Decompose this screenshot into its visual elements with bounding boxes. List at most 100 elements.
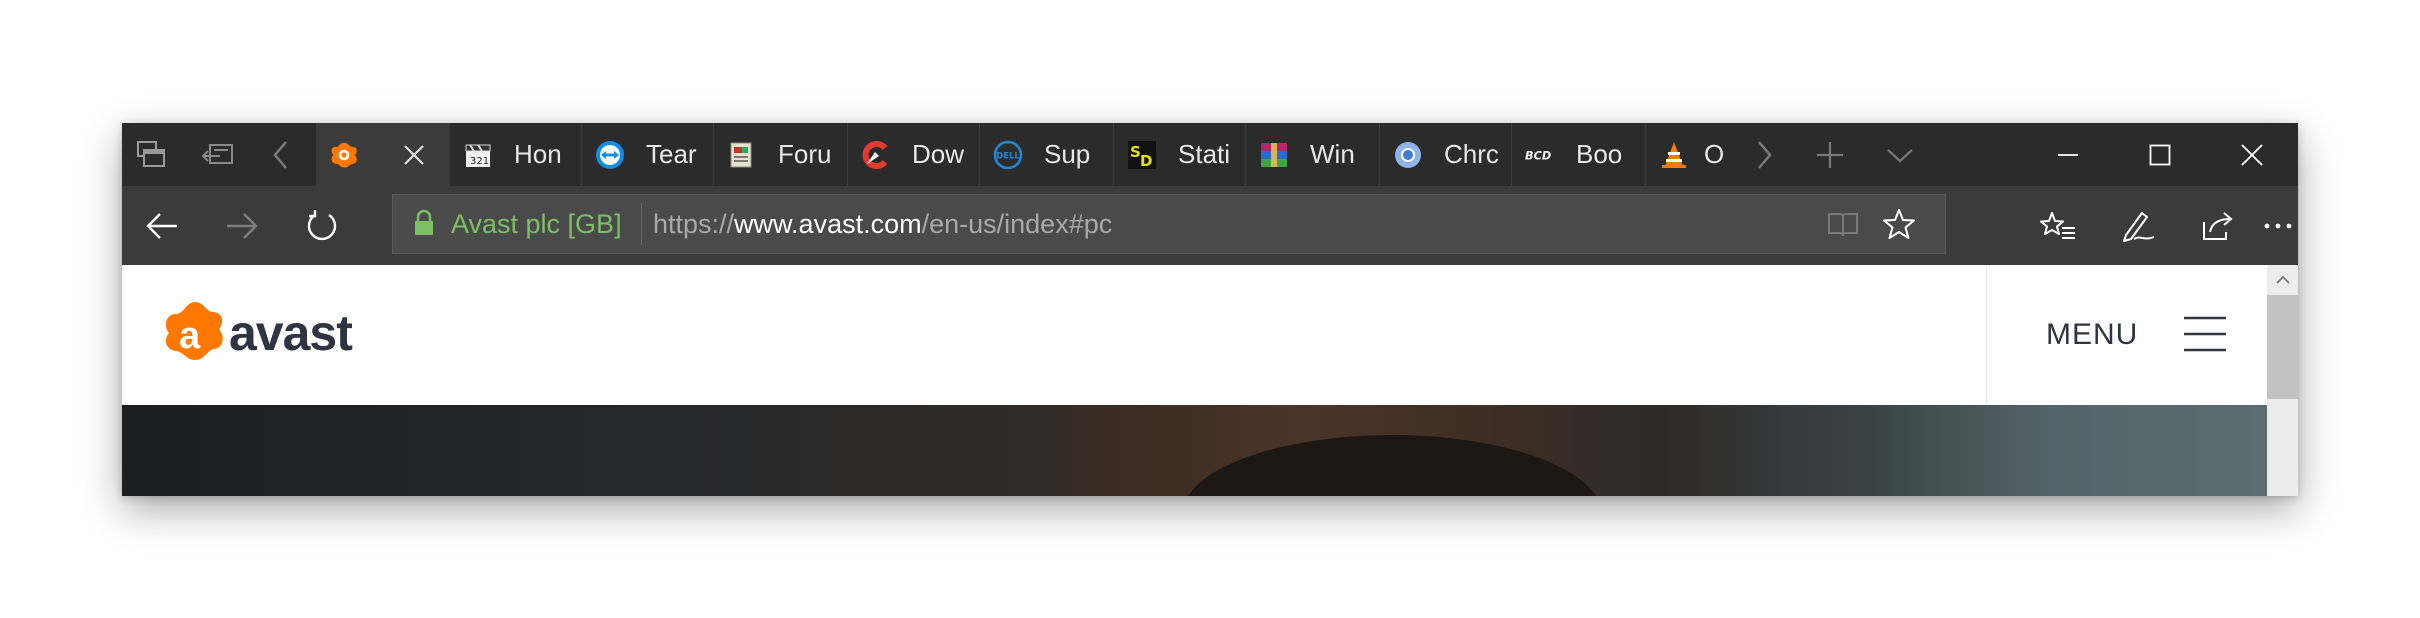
svg-text:DELL: DELL: [996, 152, 1020, 162]
navigation-bar: Avast plc [GB] https://www.avast.com/en-…: [122, 186, 2298, 265]
tab-forum[interactable]: Foru: [714, 123, 848, 186]
svg-text:a: a: [179, 315, 201, 357]
tab-title: Boo: [1576, 139, 1623, 169]
avast-logo[interactable]: a avast: [159, 300, 389, 381]
chevron-right-icon: [1758, 140, 1772, 169]
tab-download[interactable]: Dow: [848, 123, 980, 186]
scroll-up-button[interactable]: [2267, 265, 2298, 295]
tab-teamviewer[interactable]: Tear: [582, 123, 714, 186]
tab-title: Win: [1310, 139, 1355, 169]
chevron-left-icon: [273, 140, 287, 169]
book-icon: [1828, 213, 1858, 237]
tab-title: O: [1704, 139, 1725, 169]
favorites-hub-button[interactable]: [2018, 186, 2098, 265]
plus-icon: [1817, 141, 1843, 168]
forum-icon: [727, 140, 757, 170]
tab-preview-icon: [137, 140, 165, 167]
more-icon: [2264, 223, 2292, 228]
share-icon: [2203, 211, 2233, 240]
url-path: /en-us/index#pc: [921, 209, 1113, 239]
tab-vlc[interactable]: O: [1646, 123, 1736, 186]
chromium-icon: [1393, 140, 1423, 170]
tab-avast[interactable]: [316, 123, 450, 186]
lock-icon: [415, 209, 433, 235]
pen-icon: [2123, 211, 2155, 242]
refresh-icon: [307, 209, 337, 240]
svg-text:D: D: [1140, 152, 1152, 170]
back-button[interactable]: [122, 186, 202, 265]
add-favorite-button[interactable]: [1879, 204, 1919, 244]
tab-preview-button[interactable]: [122, 123, 180, 186]
url-host: www.avast.com: [734, 209, 922, 239]
tabs-set-aside-button[interactable]: [188, 123, 248, 186]
hero-person-hair: [1182, 435, 1602, 496]
tab-boot[interactable]: BCD Boo: [1512, 123, 1646, 186]
avast-icon: [329, 140, 359, 170]
tab-chromium[interactable]: Chrc: [1380, 123, 1512, 186]
vertical-scrollbar[interactable]: [2267, 265, 2298, 496]
arrow-right-icon: [227, 212, 258, 239]
tab-support[interactable]: DELL Sup: [980, 123, 1114, 186]
minimize-button[interactable]: [2022, 123, 2114, 186]
forward-button[interactable]: [202, 186, 282, 265]
tab-title: Stati: [1178, 139, 1231, 169]
star-icon: [1883, 209, 1915, 239]
set-aside-icon: [202, 143, 233, 164]
header-divider: [1986, 265, 1987, 405]
site-identity-label[interactable]: Avast plc [GB]: [451, 195, 622, 253]
tab-title: Foru: [778, 139, 832, 169]
address-bar[interactable]: Avast plc [GB] https://www.avast.com/en-…: [392, 194, 1946, 254]
tab-title: Dow: [912, 139, 965, 169]
scroll-tabs-left-button[interactable]: [252, 123, 310, 186]
arrow-left-icon: [146, 212, 177, 239]
clapperboard-icon: 321: [463, 140, 493, 170]
page-viewport: a avast MENU: [122, 265, 2267, 496]
tab-strip: 321 Hon Tear Foru Dow DELL Sup S D Stati…: [122, 123, 2298, 186]
hamburger-menu-button[interactable]: [2182, 315, 2228, 353]
url-scheme: https://: [653, 209, 735, 239]
tab-title: Sup: [1044, 139, 1091, 169]
tab-winrar[interactable]: Win: [1246, 123, 1380, 186]
refresh-button[interactable]: [282, 186, 362, 265]
more-options-button[interactable]: [2258, 186, 2298, 265]
winrar-icon: [1259, 140, 1289, 170]
tab-title: Tear: [646, 139, 697, 169]
address-divider: [641, 203, 642, 245]
site-header: a avast MENU: [122, 265, 2267, 405]
tab-home[interactable]: 321 Hon: [450, 123, 582, 186]
maximize-icon: [2149, 144, 2171, 165]
dell-icon: DELL: [993, 140, 1023, 170]
close-icon: [2241, 143, 2263, 166]
tab-previews-toggle-button[interactable]: [1868, 123, 1932, 186]
sd-icon: S D: [1127, 140, 1157, 170]
ccleaner-icon: [861, 140, 891, 170]
logo-wordmark: avast: [229, 305, 353, 361]
web-note-button[interactable]: [2098, 186, 2178, 265]
reading-view-button[interactable]: [1823, 204, 1863, 244]
maximize-button[interactable]: [2114, 123, 2206, 186]
hero-image: [122, 405, 2267, 496]
menu-label[interactable]: MENU: [2046, 265, 2138, 405]
hamburger-icon: [2184, 316, 2226, 352]
bcd-icon: BCD: [1525, 140, 1555, 170]
share-button[interactable]: [2178, 186, 2258, 265]
tab-title: Chrc: [1444, 139, 1499, 169]
scroll-tabs-right-button[interactable]: [1736, 123, 1792, 186]
vlc-icon: [1659, 140, 1689, 170]
close-window-button[interactable]: [2206, 123, 2298, 186]
svg-text:BCD: BCD: [1525, 150, 1551, 163]
minimize-icon: [2058, 153, 2078, 156]
url-text[interactable]: https://www.avast.com/en-us/index#pc: [653, 195, 1112, 253]
favorites-list-icon: [2040, 211, 2075, 239]
close-icon: [404, 145, 424, 165]
tab-stati[interactable]: S D Stati: [1114, 123, 1246, 186]
svg-text:321: 321: [470, 156, 489, 167]
browser-window: 321 Hon Tear Foru Dow DELL Sup S D Stati…: [122, 123, 2298, 496]
chevron-down-icon: [1887, 148, 1913, 162]
teamviewer-icon: [595, 140, 625, 170]
close-tab-button[interactable]: [398, 139, 430, 171]
scroll-thumb[interactable]: [2267, 295, 2298, 399]
new-tab-button[interactable]: [1796, 123, 1864, 186]
chevron-up-icon: [2275, 275, 2290, 284]
tab-title: Hon: [514, 139, 562, 169]
